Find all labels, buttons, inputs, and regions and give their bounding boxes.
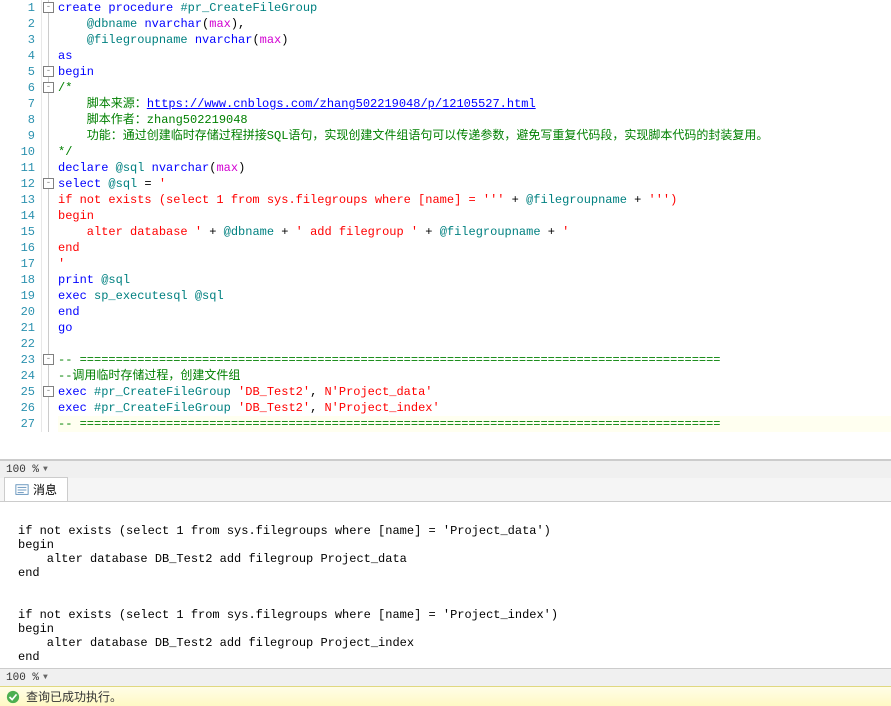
output-zoom-bar: 100 % ▼ bbox=[0, 668, 891, 686]
line-number-gutter: 1234567891011121314151617181920212223242… bbox=[0, 0, 42, 432]
fold-toggle[interactable]: - bbox=[43, 354, 54, 365]
success-icon bbox=[6, 690, 20, 704]
fold-column[interactable]: - - - - - - bbox=[42, 0, 56, 432]
results-tab-bar: 消息 bbox=[0, 478, 891, 502]
status-bar: 查询已成功执行。 bbox=[0, 686, 891, 706]
status-text: 查询已成功执行。 bbox=[26, 688, 122, 705]
fold-toggle[interactable]: - bbox=[43, 178, 54, 189]
fold-toggle[interactable]: - bbox=[43, 82, 54, 93]
zoom-dropdown-icon[interactable]: ▼ bbox=[43, 465, 48, 474]
tab-messages[interactable]: 消息 bbox=[4, 477, 68, 501]
tab-label: 消息 bbox=[33, 481, 57, 498]
zoom-value[interactable]: 100 % bbox=[6, 464, 39, 476]
messages-output[interactable]: if not exists (select 1 from sys.filegro… bbox=[0, 502, 891, 668]
output-zoom-dropdown-icon[interactable]: ▼ bbox=[43, 673, 48, 682]
code-content[interactable]: create procedure #pr_CreateFileGroup @db… bbox=[56, 0, 891, 432]
fold-toggle[interactable]: - bbox=[43, 66, 54, 77]
sql-editor-pane[interactable]: 1234567891011121314151617181920212223242… bbox=[0, 0, 891, 460]
messages-icon bbox=[15, 483, 29, 497]
fold-toggle[interactable]: - bbox=[43, 386, 54, 397]
editor-zoom-bar: 100 % ▼ bbox=[0, 460, 891, 478]
fold-toggle[interactable]: - bbox=[43, 2, 54, 13]
output-zoom-value[interactable]: 100 % bbox=[6, 672, 39, 684]
